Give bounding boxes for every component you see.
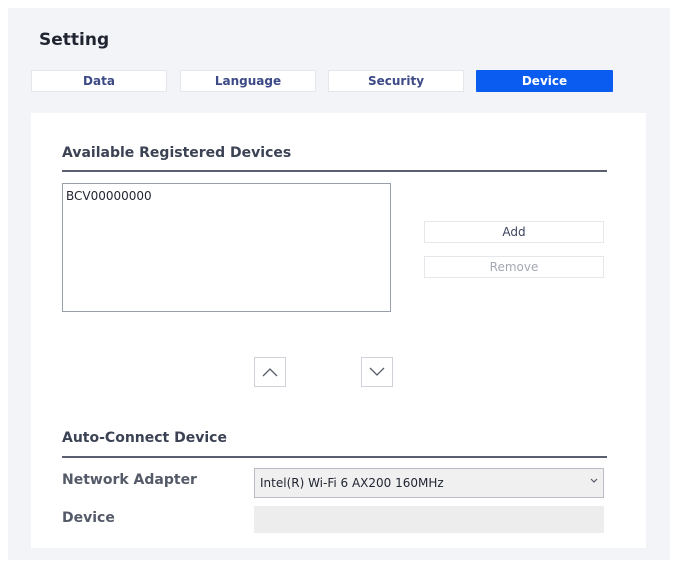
chevron-down-icon <box>369 367 385 376</box>
page-title: Setting <box>39 30 110 50</box>
move-down-button[interactable] <box>361 357 393 387</box>
network-adapter-select[interactable]: Intel(R) Wi-Fi 6 AX200 160MHz <box>254 468 604 498</box>
section-divider <box>62 456 607 458</box>
device-field[interactable] <box>254 506 604 533</box>
remove-button[interactable]: Remove <box>424 256 604 278</box>
tab-data[interactable]: Data <box>31 70 167 92</box>
list-item[interactable]: BCV00000000 <box>66 189 152 203</box>
tab-security[interactable]: Security <box>328 70 464 92</box>
tab-device[interactable]: Device <box>476 70 613 92</box>
registered-devices-list[interactable]: BCV00000000 <box>62 183 391 312</box>
add-button[interactable]: Add <box>424 221 604 243</box>
chevron-up-icon <box>262 368 278 377</box>
registered-devices-heading: Available Registered Devices <box>62 145 292 161</box>
section-divider <box>62 170 607 172</box>
auto-connect-heading: Auto-Connect Device <box>62 430 227 446</box>
device-label: Device <box>62 510 115 526</box>
network-adapter-value: Intel(R) Wi-Fi 6 AX200 160MHz <box>260 476 444 490</box>
dropdown-arrow-icon <box>590 478 598 483</box>
network-adapter-label: Network Adapter <box>62 472 197 488</box>
move-up-button[interactable] <box>254 357 286 387</box>
tab-language[interactable]: Language <box>180 70 316 92</box>
